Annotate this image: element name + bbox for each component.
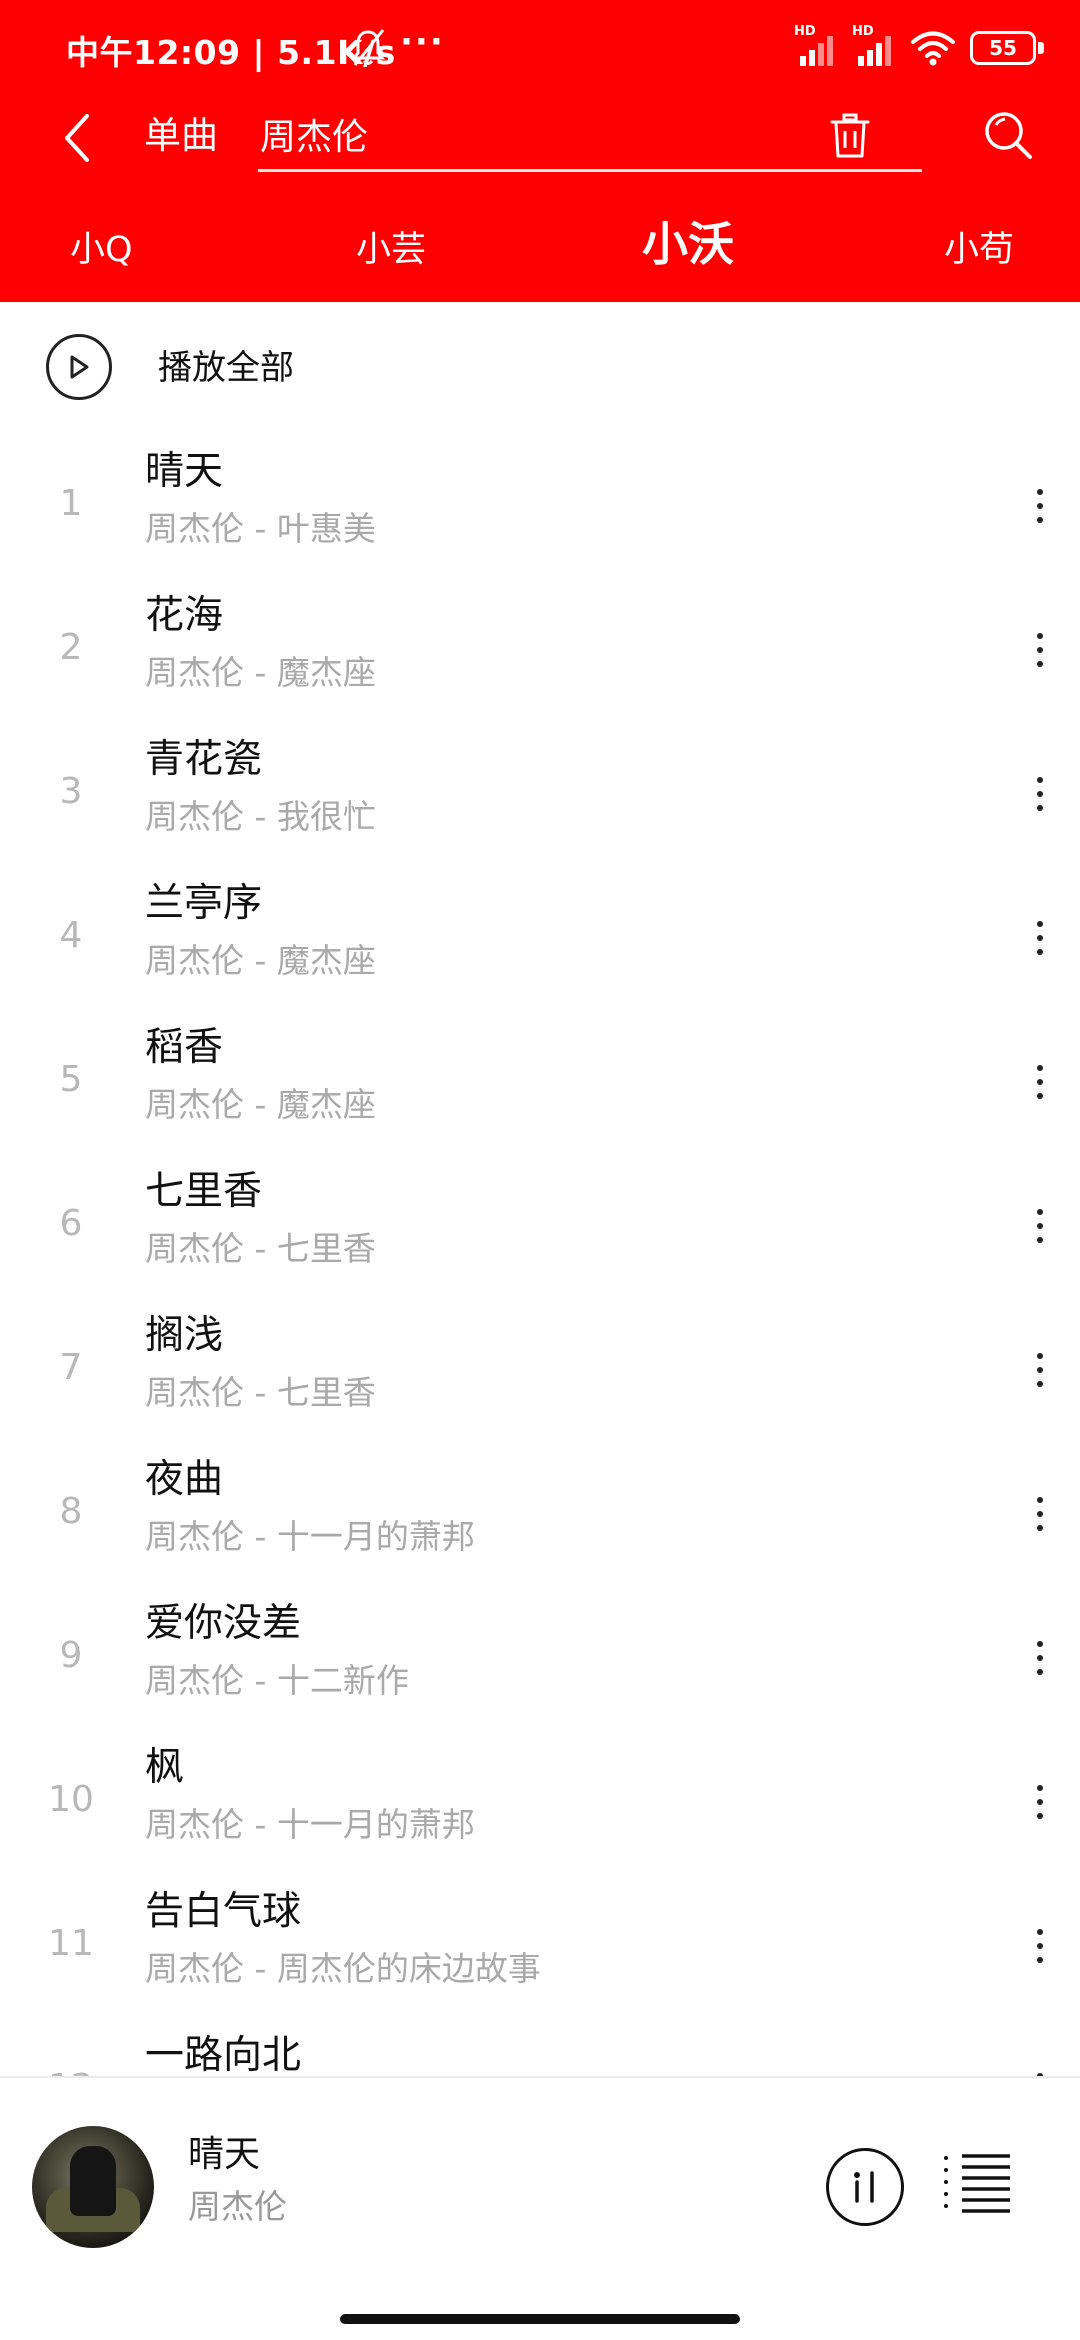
song-row[interactable]: 4 兰亭序 周杰伦 - 魔杰座 [0, 864, 1080, 1008]
more-vertical-icon[interactable] [1010, 1482, 1070, 1546]
chevron-left-icon [65, 114, 89, 162]
song-artist-album: 周杰伦 - 十一月的萧邦 [145, 1805, 475, 1844]
song-row[interactable]: 5 稻香 周杰伦 - 魔杰座 [0, 1008, 1080, 1152]
more-vertical-icon[interactable] [1010, 762, 1070, 826]
song-index: 9 [59, 1635, 83, 1676]
song-row[interactable]: 9 爱你没差 周杰伦 - 十二新作 [0, 1584, 1080, 1728]
playlist-icon[interactable] [942, 2152, 1012, 2216]
search-input[interactable] [260, 104, 780, 164]
more-vertical-icon[interactable] [1010, 474, 1070, 538]
song-index: 3 [59, 771, 83, 812]
signal-icon-2: HD [852, 24, 896, 68]
tab-xiao-q[interactable]: 小Q [70, 220, 133, 280]
hd-label: HD [794, 24, 816, 39]
source-tabs: 小Q 小芸 小沃 小苟 [0, 206, 1080, 302]
song-row[interactable]: 11 告白气球 周杰伦 - 周杰伦的床边故事 [0, 1872, 1080, 2016]
status-icons: HD HD 55 [794, 24, 1044, 70]
song-row[interactable]: 7 搁浅 周杰伦 - 七里香 [0, 1296, 1080, 1440]
song-title: 晴天 [145, 449, 224, 494]
clear-button[interactable] [820, 104, 880, 168]
song-row[interactable]: 12 一路向北 [0, 2016, 1080, 2076]
battery-level: 55 [989, 36, 1017, 60]
song-index: 5 [59, 1059, 83, 1100]
song-title: 一路向北 [145, 2033, 302, 2076]
song-index: 1 [59, 483, 83, 524]
song-title: 花海 [145, 593, 224, 638]
more-vertical-icon[interactable] [1010, 906, 1070, 970]
hd-label-2: HD [852, 24, 874, 39]
now-playing-title: 晴天 [188, 2134, 261, 2175]
song-artist-album: 周杰伦 - 十二新作 [145, 1661, 409, 1700]
play-all-button[interactable]: 播放全部 [0, 302, 1080, 432]
home-indicator[interactable] [340, 2314, 740, 2324]
song-row[interactable]: 3 青花瓷 周杰伦 - 我很忙 [0, 720, 1080, 864]
more-vertical-icon[interactable] [1010, 1914, 1070, 1978]
song-title: 搁浅 [145, 1313, 224, 1358]
song-row[interactable]: 2 花海 周杰伦 - 魔杰座 [0, 576, 1080, 720]
more-vertical-icon[interactable] [1010, 1338, 1070, 1402]
song-index: 2 [59, 627, 83, 668]
song-artist-album: 周杰伦 - 魔杰座 [145, 1085, 376, 1124]
song-title: 爱你没差 [145, 1601, 302, 1646]
bell-muted-icon [350, 29, 386, 66]
play-circle-icon [46, 334, 112, 400]
trash-icon [830, 113, 870, 158]
song-index: 4 [59, 915, 83, 956]
more-vertical-icon[interactable] [1010, 2058, 1070, 2076]
search-icon [985, 112, 1032, 159]
more-vertical-icon[interactable] [1010, 1050, 1070, 1114]
song-index: 7 [59, 1347, 83, 1388]
song-title: 稻香 [145, 1025, 224, 1070]
play-pause-button[interactable] [826, 2148, 904, 2226]
status-more-indicator: ··· [400, 22, 445, 62]
song-row[interactable]: 1 晴天 周杰伦 - 叶惠美 [0, 432, 1080, 576]
tab-xiao-yun[interactable]: 小芸 [356, 220, 426, 280]
wifi-icon [911, 31, 955, 66]
song-index: 8 [59, 1491, 83, 1532]
search-button[interactable] [976, 102, 1040, 168]
song-index: 10 [48, 1779, 94, 1820]
back-button[interactable] [48, 102, 108, 174]
song-artist-album: 周杰伦 - 魔杰座 [145, 653, 376, 692]
song-artist-album: 周杰伦 - 叶惠美 [145, 509, 376, 548]
search-toolbar: 单曲 [0, 96, 1080, 206]
song-row[interactable]: 6 七里香 周杰伦 - 七里香 [0, 1152, 1080, 1296]
song-title: 枫 [145, 1745, 185, 1790]
signal-icon: HD [794, 24, 838, 68]
album-cover[interactable] [32, 2126, 154, 2248]
song-title: 兰亭序 [145, 881, 263, 926]
battery-icon: 55 [970, 31, 1044, 65]
song-index: 12 [0, 2060, 142, 2076]
play-pause-icon [854, 2171, 874, 2203]
song-title: 告白气球 [145, 1889, 302, 1934]
song-artist-album: 周杰伦 - 我很忙 [145, 797, 376, 836]
now-playing-artist: 周杰伦 [188, 2187, 287, 2226]
tab-xiao-wo[interactable]: 小沃 [642, 214, 734, 274]
song-title: 青花瓷 [145, 737, 263, 782]
more-vertical-icon[interactable] [1010, 1194, 1070, 1258]
song-index: 6 [59, 1203, 83, 1244]
section-label[interactable]: 单曲 [144, 104, 218, 168]
tab-xiao-gou[interactable]: 小苟 [944, 220, 1014, 280]
song-title: 七里香 [145, 1169, 263, 1214]
song-artist-album: 周杰伦 - 七里香 [145, 1373, 376, 1412]
mini-player[interactable]: 晴天 周杰伦 [0, 2076, 1080, 2340]
song-list: 1 晴天 周杰伦 - 叶惠美 2 花海 周杰伦 - 魔杰座 3 青花瓷 周杰伦 … [0, 432, 1080, 2076]
more-vertical-icon[interactable] [1010, 1770, 1070, 1834]
song-artist-album: 周杰伦 - 十一月的萧邦 [145, 1517, 475, 1556]
song-row[interactable]: 8 夜曲 周杰伦 - 十一月的萧邦 [0, 1440, 1080, 1584]
song-index: 11 [48, 1923, 94, 1964]
status-time: 中午12:09 | 5.1K/s [66, 33, 396, 72]
song-artist-album: 周杰伦 - 七里香 [145, 1229, 376, 1268]
song-artist-album: 周杰伦 - 魔杰座 [145, 941, 376, 980]
app-header: 中午12:09 | 5.1K/s ··· HD HD 55 单曲 周杰伦 小Q … [0, 0, 1080, 302]
song-row[interactable]: 10 枫 周杰伦 - 十一月的萧邦 [0, 1728, 1080, 1872]
more-vertical-icon[interactable] [1010, 618, 1070, 682]
status-bar: 中午12:09 | 5.1K/s ··· HD HD 55 [0, 0, 1080, 96]
song-artist-album: 周杰伦 - 周杰伦的床边故事 [145, 1949, 541, 1988]
song-title: 夜曲 [145, 1457, 224, 1502]
more-vertical-icon[interactable] [1010, 1626, 1070, 1690]
play-all-label: 播放全部 [158, 348, 294, 388]
